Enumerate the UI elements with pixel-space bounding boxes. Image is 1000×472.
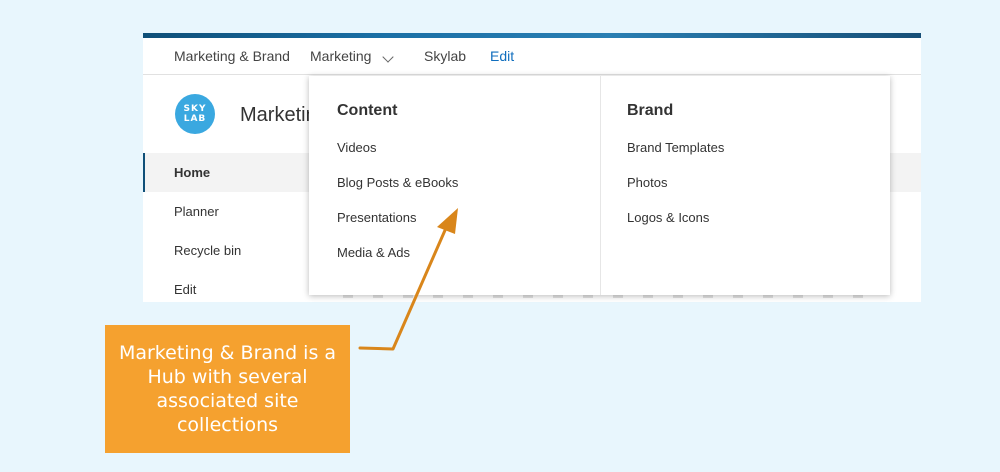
mega-menu-links-brand: Brand Templates Photos Logos & Icons	[627, 140, 724, 245]
left-navigation: Home Planner Recycle bin Edit	[143, 153, 313, 302]
annotation-callout: Marketing & Brand is a Hub with several …	[105, 325, 350, 453]
mega-menu-link-media-ads[interactable]: Media & Ads	[337, 245, 458, 280]
mega-menu-column-brand: Brand Brand Templates Photos Logos & Ico…	[601, 76, 890, 295]
mega-menu-links-content: Videos Blog Posts & eBooks Presentations…	[337, 140, 458, 280]
hub-navigation: Marketing & Brand Marketing Skylab Edit	[143, 38, 921, 75]
hub-nav-skylab[interactable]: Skylab	[424, 48, 466, 64]
mega-menu-heading-content[interactable]: Content	[337, 102, 397, 120]
callout-text: Marketing & Brand is a Hub with several …	[118, 342, 337, 436]
mega-menu-link-photos[interactable]: Photos	[627, 175, 724, 210]
hub-mega-menu: Content Videos Blog Posts & eBooks Prese…	[309, 76, 890, 295]
left-nav-item-planner[interactable]: Planner	[143, 192, 313, 231]
mega-menu-link-logos-icons[interactable]: Logos & Icons	[627, 210, 724, 245]
mega-menu-link-brand-templates[interactable]: Brand Templates	[627, 140, 724, 175]
logo-text-top: SKY	[183, 104, 207, 114]
site-logo[interactable]: SKY LAB	[175, 94, 215, 134]
hub-nav-edit-link[interactable]: Edit	[490, 48, 514, 64]
chevron-down-icon[interactable]	[382, 51, 394, 63]
left-nav-item-recycle-bin[interactable]: Recycle bin	[143, 231, 313, 270]
mega-menu-heading-brand[interactable]: Brand	[627, 102, 673, 120]
left-nav-item-edit[interactable]: Edit	[143, 270, 313, 302]
content-text-partial	[343, 295, 883, 298]
mega-menu-column-content: Content Videos Blog Posts & eBooks Prese…	[309, 76, 601, 295]
hub-nav-marketing-brand[interactable]: Marketing & Brand	[174, 48, 290, 64]
logo-text-bottom: LAB	[183, 114, 207, 124]
left-nav-item-home[interactable]: Home	[143, 153, 313, 192]
mega-menu-link-blog-posts[interactable]: Blog Posts & eBooks	[337, 175, 458, 210]
mega-menu-link-videos[interactable]: Videos	[337, 140, 458, 175]
mega-menu-link-presentations[interactable]: Presentations	[337, 210, 458, 245]
hub-nav-marketing[interactable]: Marketing	[310, 48, 371, 64]
